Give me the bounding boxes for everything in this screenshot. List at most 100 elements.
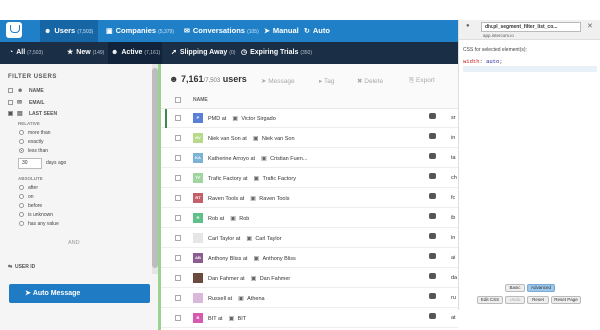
advanced-button[interactable]: Advanced <box>527 284 555 292</box>
row-checkbox[interactable] <box>175 315 181 321</box>
table-row[interactable]: Dan Fahmer at ▣ Dan Fahmer da <box>161 269 458 288</box>
table-row[interactable]: NV Niek van Son at ▣ Niek van Son in <box>161 129 458 148</box>
edit-css-button[interactable]: Edit CSS <box>477 296 503 304</box>
segment-all[interactable]: ◔ All (7,503) <box>6 42 48 64</box>
message-icon[interactable] <box>429 233 436 239</box>
avatar: KA <box>193 153 203 163</box>
export-button[interactable]: ⎘ Export <box>409 77 435 85</box>
radio-button[interactable] <box>19 212 24 218</box>
reset-button[interactable]: Reset <box>527 296 549 304</box>
user-name[interactable]: PMD at ▣ Victor Sirgado <box>208 115 276 122</box>
row-checkbox[interactable] <box>175 135 181 141</box>
radio-after[interactable]: after <box>19 185 38 191</box>
radio-less-than[interactable]: less than <box>19 148 48 154</box>
selector-field[interactable]: div.pl_segment_filter_list_co... <box>481 22 581 32</box>
table-row[interactable]: B BIT at ▣ BIT at <box>161 309 458 328</box>
radio-is-unknown[interactable]: is unknown <box>19 212 53 218</box>
css-input[interactable] <box>463 66 597 72</box>
user-name[interactable]: Raven Tools at ▣ Raven Tools <box>208 195 289 202</box>
row-checkbox[interactable] <box>175 255 181 261</box>
radio-before[interactable]: before <box>19 203 42 209</box>
message-icon[interactable] <box>429 273 436 279</box>
radio-on[interactable]: on <box>19 194 34 200</box>
user-name[interactable]: Dan Fahmer at ▣ Dan Fahmer <box>208 275 290 282</box>
days-input[interactable]: 30 <box>18 158 42 169</box>
css-rule[interactable]: width: auto; <box>463 58 503 65</box>
tab-auto[interactable]: ↻ Auto <box>300 20 336 42</box>
segment-new[interactable]: ★ New (149) <box>64 42 106 64</box>
basic-button[interactable]: Basic <box>505 284 525 292</box>
user-name[interactable]: Rob at ▣ Rob <box>208 215 249 222</box>
pie-icon: ◔ <box>9 49 14 56</box>
tab-companies[interactable]: ▣ Companies (5,379) <box>102 20 174 42</box>
row-checkbox[interactable] <box>175 275 181 281</box>
user-name[interactable]: Niek van Son at ▣ Niek van Son <box>208 135 295 142</box>
message-icon[interactable] <box>429 253 436 259</box>
message-icon[interactable] <box>429 193 436 199</box>
email-checkbox[interactable] <box>8 100 13 106</box>
undo-button[interactable]: Undo <box>505 296 525 304</box>
delete-button[interactable]: ✖ Delete <box>357 77 383 85</box>
tab-users[interactable]: ☻ Users (7,503) <box>40 20 98 42</box>
radio-has-any-value[interactable]: has any value <box>19 221 59 227</box>
filter-last-seen[interactable]: ▤ LAST SEEN <box>8 110 57 117</box>
table-row[interactable]: AB Anthony Bliss at ▣ Anthony Bliss ai <box>161 249 458 268</box>
table-row[interactable]: RT Raven Tools at ▣ Raven Tools fc <box>161 189 458 208</box>
message-button[interactable]: ➤ Message <box>261 77 295 85</box>
building-icon: ▣ <box>238 296 244 302</box>
filter-user-id[interactable]: ⇆ USER ID <box>8 264 35 270</box>
reset-page-button[interactable]: Reset Page <box>551 296 581 304</box>
tab-conversations[interactable]: ✉ Conversations (105) <box>180 20 259 42</box>
user-name[interactable]: Trafic Factory at ▣ Trafic Factory <box>208 175 296 182</box>
filter-name[interactable]: ☻ NAME <box>8 88 44 94</box>
auto-message-button[interactable]: ➤ Auto Message <box>9 284 150 303</box>
radio-button[interactable] <box>19 194 24 200</box>
row-checkbox[interactable] <box>175 115 181 121</box>
table-row[interactable]: R Rob at ▣ Rob ib <box>161 209 458 228</box>
radio-button[interactable] <box>19 185 24 191</box>
radio-more-than[interactable]: more than <box>19 130 51 136</box>
row-checkbox[interactable] <box>175 235 181 241</box>
table-row[interactable]: TF Trafic Factory at ▣ Trafic Factory ch <box>161 169 458 188</box>
radio-button[interactable] <box>19 130 24 136</box>
message-icon[interactable] <box>429 293 436 299</box>
tag-button[interactable]: ▸ Tag <box>319 77 334 85</box>
row-checkbox[interactable] <box>175 155 181 161</box>
segment-expiring-trials[interactable]: ◷ Expiring Trials (350) <box>238 42 322 64</box>
user-name[interactable]: Russell at ▣ Athena <box>208 295 265 302</box>
radio-button[interactable] <box>19 203 24 209</box>
row-checkbox[interactable] <box>175 215 181 221</box>
radio-button[interactable] <box>19 221 24 227</box>
intercom-logo-icon[interactable] <box>6 22 22 38</box>
row-extra: in <box>451 235 456 241</box>
name-checkbox[interactable] <box>8 88 13 94</box>
row-checkbox[interactable] <box>175 295 181 301</box>
radio-button[interactable] <box>19 148 24 154</box>
table-row[interactable]: P PMD at ▣ Victor Sirgado sr <box>161 109 458 128</box>
filter-email[interactable]: ✉ EMAIL <box>8 99 45 106</box>
message-icon[interactable] <box>429 153 436 159</box>
message-icon[interactable] <box>429 173 436 179</box>
table-row[interactable]: Russell at ▣ Athena ru <box>161 289 458 308</box>
table-row[interactable]: Carl Taylor at ▣ Carl Taylor in <box>161 229 458 248</box>
close-icon[interactable]: ✕ <box>587 22 593 30</box>
segment-active[interactable]: ☻ Active (7,161) <box>108 42 162 64</box>
user-name[interactable]: BIT at ▣ BIT <box>208 315 246 322</box>
message-icon[interactable] <box>429 313 436 319</box>
message-icon[interactable] <box>429 213 436 219</box>
message-icon[interactable] <box>429 113 436 119</box>
user-name[interactable]: Carl Taylor at ▣ Carl Taylor <box>208 235 282 242</box>
message-icon[interactable] <box>429 133 436 139</box>
select-all-checkbox[interactable] <box>175 97 181 103</box>
radio-exactly[interactable]: exactly <box>19 139 44 145</box>
user-name[interactable]: Anthony Bliss at ▣ Anthony Bliss <box>208 255 296 262</box>
radio-button[interactable] <box>19 139 24 145</box>
table-row[interactable]: KA Katherine Arroyo at ▣ Cristian Fuen... ta <box>161 149 458 168</box>
column-name[interactable]: NAME <box>193 97 208 103</box>
row-checkbox[interactable] <box>175 175 181 181</box>
user-name[interactable]: Katherine Arroyo at ▣ Cristian Fuen... <box>208 155 307 162</box>
row-checkbox[interactable] <box>175 195 181 201</box>
last-seen-checkbox[interactable] <box>8 111 13 117</box>
tab-manual[interactable]: ➤ Manual <box>260 20 300 42</box>
segment-slipping-away[interactable]: ➚ Slipping Away (0) <box>168 42 236 64</box>
